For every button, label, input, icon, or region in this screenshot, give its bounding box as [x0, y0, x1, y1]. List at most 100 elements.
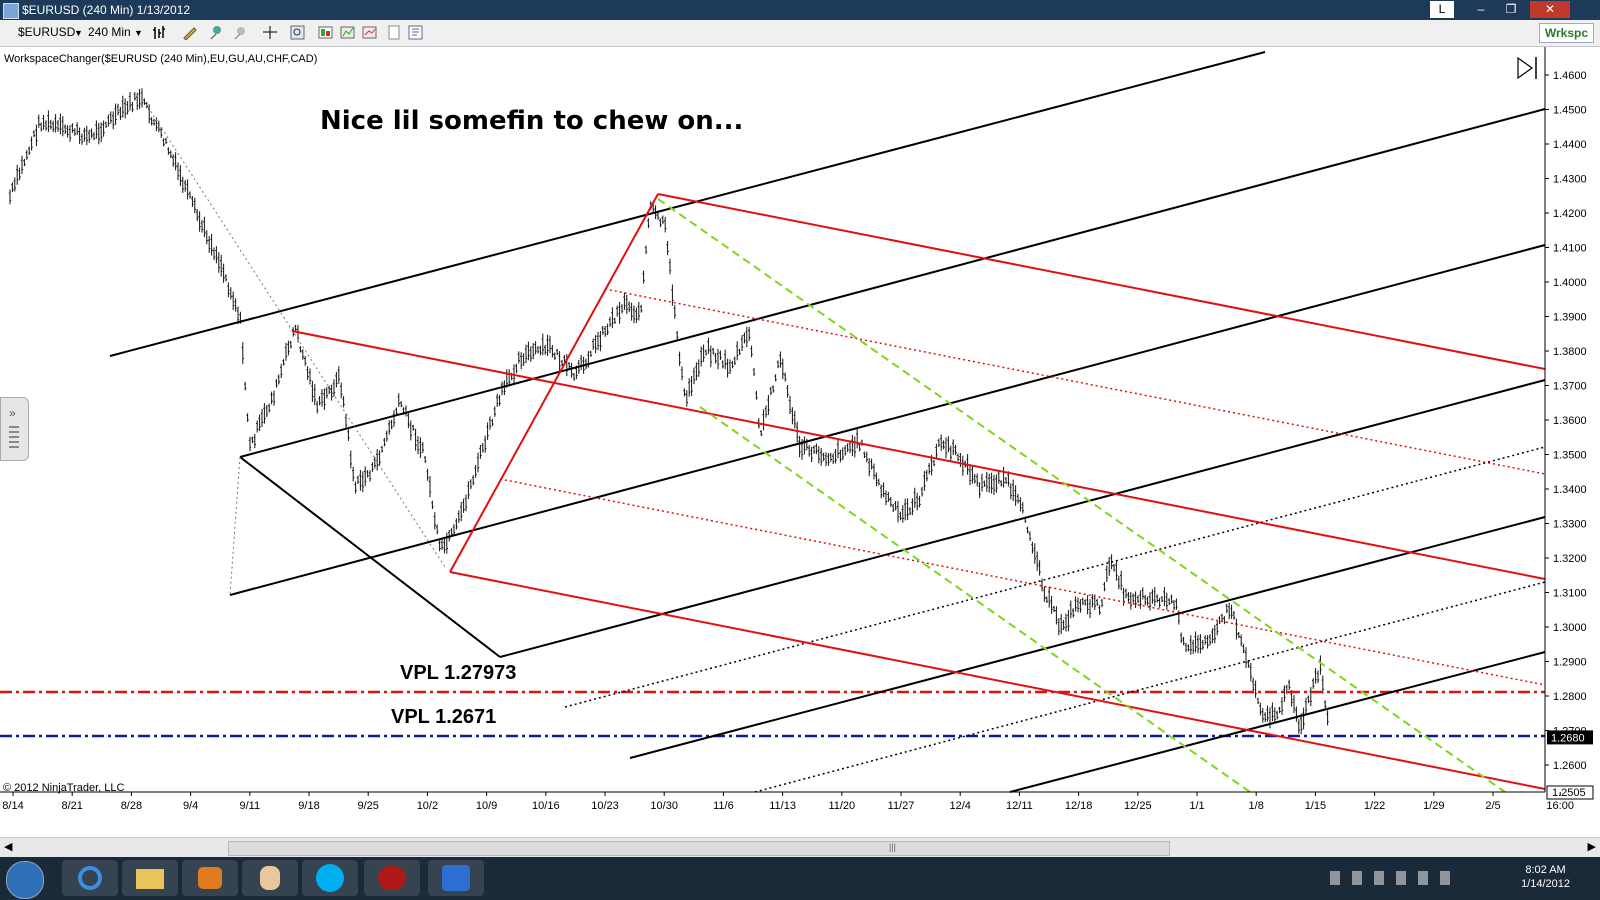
pitchfork-dotted-line-1[interactable] [564, 446, 1546, 708]
chevron-down-icon[interactable]: ▼ [74, 28, 83, 38]
chart-headline: Nice lil somefin to chew on... [320, 106, 743, 136]
time-tick-label: 12/11 [1006, 800, 1033, 812]
copyright-text: © 2012 NinjaTrader, LLC [3, 782, 124, 794]
pitchfork-lower-tine[interactable] [229, 244, 1546, 596]
link-button[interactable]: L [1430, 1, 1454, 18]
scroll-thumb[interactable]: ||| [228, 841, 1170, 856]
price-tick-label: 1.3600 [1553, 415, 1587, 427]
window-title: $EURUSD (240 Min) 1/13/2012 [22, 3, 191, 17]
bar-style-icon[interactable] [152, 25, 168, 40]
price-tick-label: 1.3400 [1553, 484, 1587, 496]
price-tick-label: 1.3300 [1553, 519, 1587, 531]
price-tick-label: 1.2800 [1553, 691, 1587, 703]
templates-icon[interactable] [408, 25, 424, 40]
pitchfork-warning-line-3[interactable] [1009, 651, 1546, 793]
properties-icon[interactable] [386, 25, 402, 40]
time-tick-label: 10/16 [532, 800, 560, 812]
time-tick-label: 12/4 [949, 800, 970, 812]
pitchfork-warning-line-2[interactable] [629, 516, 1546, 759]
folder-icon[interactable] [122, 860, 178, 896]
data-box-icon[interactable] [318, 25, 334, 40]
strategies-icon[interactable] [362, 25, 378, 40]
pitchfork-dotted-line-2[interactable] [754, 581, 1546, 793]
scroll-right-icon[interactable]: ▶ [1588, 840, 1596, 853]
hand-tool-icon[interactable] [242, 860, 298, 896]
price-tick-label: 1.4100 [1553, 243, 1587, 255]
pitchfork-warning-line-1[interactable] [499, 379, 1546, 658]
price-chart[interactable]: 1.4600 1.4500 1.4400 1.4300 1.4200 1.4100 1.40… [0, 47, 1600, 837]
time-tick-label: 1/22 [1364, 800, 1385, 812]
zoom-icon[interactable] [290, 25, 306, 40]
grip-icon: ||| [889, 842, 897, 852]
time-tick-label: 9/4 [183, 800, 198, 812]
close-button[interactable]: ✕ [1530, 1, 1570, 18]
swing-connector[interactable] [147, 106, 446, 568]
restore-button[interactable]: ❐ [1496, 1, 1526, 18]
red-pitchfork-dotted-1[interactable] [604, 288, 1546, 475]
time-tick-label: 9/25 [357, 800, 378, 812]
time-tick-label: 8/28 [121, 800, 142, 812]
scroll-left-icon[interactable]: ◀ [4, 840, 12, 853]
time-tick-label: 10/9 [476, 800, 497, 812]
axis-bottom-label: 1.2505 [1552, 787, 1586, 799]
price-tick-label: 1.3800 [1553, 346, 1587, 358]
price-tick-label: 1.3100 [1553, 588, 1587, 600]
app-icon [3, 3, 19, 19]
app-z-icon[interactable] [428, 860, 484, 896]
price-tick-label: 1.3700 [1553, 381, 1587, 393]
red-pitchfork-upper-tine[interactable] [657, 193, 1546, 370]
ninjatrader-icon[interactable] [364, 860, 420, 896]
pin-icon[interactable] [208, 25, 224, 40]
time-tick-label: 1/29 [1423, 800, 1444, 812]
time-tick-label: 1/15 [1305, 800, 1326, 812]
price-tick-label: 1.4500 [1553, 105, 1587, 117]
horizontal-scrollbar[interactable]: ◀ ||| ▶ [0, 837, 1600, 858]
price-tick-label: 1.4300 [1553, 174, 1587, 186]
price-tick-label: 1.3200 [1553, 553, 1587, 565]
green-dashed-line-1[interactable] [657, 198, 1506, 793]
skype-icon[interactable] [302, 860, 358, 896]
indicators-icon[interactable] [340, 25, 356, 40]
eraser-icon[interactable] [232, 25, 248, 40]
time-tick-label: 10/30 [650, 800, 678, 812]
price-tick-label: 1.4600 [1553, 70, 1587, 82]
media-player-icon[interactable] [182, 860, 238, 896]
workspace-button[interactable]: Wrkspc [1538, 23, 1594, 43]
current-price-label: 1.2680 [1551, 732, 1585, 744]
minimize-button[interactable]: – [1466, 1, 1496, 18]
interval-selector[interactable]: 240 Min [88, 25, 131, 39]
time-tick-label: 10/23 [591, 800, 619, 812]
start-button[interactable] [6, 861, 44, 899]
scroll-to-end-icon[interactable] [1517, 56, 1537, 80]
system-tray-icons[interactable] [1330, 871, 1450, 885]
clock-time: 8:02 AM [1525, 864, 1566, 876]
price-tick-label: 1.3500 [1553, 450, 1587, 462]
pitchfork-median-line[interactable] [239, 108, 1546, 458]
clock-date: 1/14/2012 [1521, 878, 1570, 890]
crosshair-icon[interactable] [262, 25, 278, 40]
title-bar: $EURUSD (240 Min) 1/13/2012 L – ❐ ✕ [0, 0, 1600, 20]
pitchfork-upper-tine[interactable] [109, 51, 1266, 357]
instrument-selector[interactable]: $EURUSD [18, 25, 75, 39]
time-tick-label: 10/2 [417, 800, 438, 812]
taskbar-clock[interactable]: 8:02 AM 1/14/2012 [1521, 863, 1570, 891]
green-dashed-line-2[interactable] [699, 406, 1251, 793]
price-tick-label: 1.4400 [1553, 139, 1587, 151]
time-tick-label: 9/18 [298, 800, 319, 812]
chevron-down-icon[interactable]: ▼ [134, 28, 143, 38]
time-tick-label: 9/11 [240, 800, 261, 812]
swing-connector[interactable] [229, 456, 241, 596]
time-tick-label: 8/21 [61, 800, 82, 812]
time-tick-label: 2/5 [1485, 800, 1500, 812]
red-pitchfork-lower-tine[interactable] [449, 571, 1546, 790]
windows-taskbar: 8:02 AM 1/14/2012 [0, 857, 1600, 900]
price-tick-label: 1.4200 [1553, 208, 1587, 220]
price-tick-label: 1.2600 [1553, 760, 1587, 772]
pencil-icon[interactable] [182, 25, 198, 41]
time-tick-label: 11/6 [713, 800, 734, 812]
time-tick-label: 11/20 [828, 800, 855, 812]
time-tick-label: 12/18 [1065, 800, 1093, 812]
price-tick-label: 1.3000 [1553, 622, 1587, 634]
time-tick-label: 11/13 [769, 800, 796, 812]
internet-explorer-icon[interactable] [62, 860, 118, 896]
